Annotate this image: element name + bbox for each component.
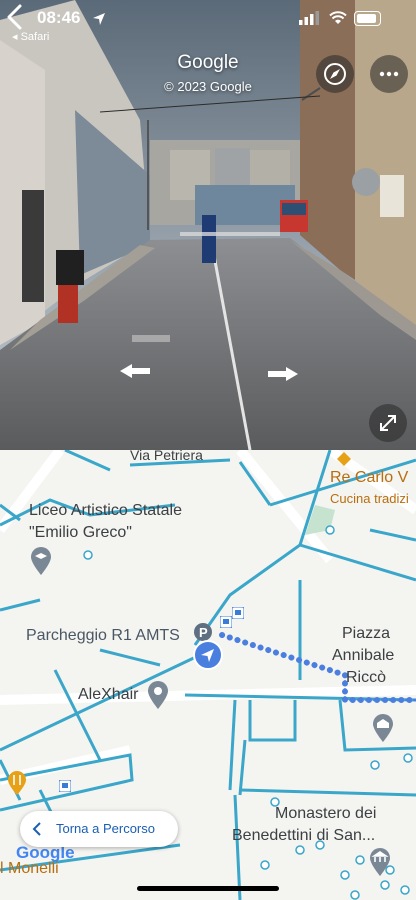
chevron-left-icon[interactable]: [0, 0, 30, 34]
battery-icon: [354, 11, 381, 26]
poi-parcheggio[interactable]: Parcheggio R1 AMTS: [26, 627, 180, 645]
bus-stop-icon[interactable]: [232, 607, 244, 619]
route-marker-icon: [337, 452, 351, 466]
more-dots-icon: [379, 71, 399, 77]
shop-pin-icon[interactable]: [147, 680, 169, 710]
landmark-pin-icon[interactable]: [372, 713, 394, 743]
location-arrow-icon: [93, 13, 105, 25]
poi-liceo-line1[interactable]: Liceo Artistico Statale: [29, 502, 182, 520]
poi-re-carlo-subtitle: Cucina tradizi: [330, 491, 409, 506]
street-label-via-petriera: Via Petriera: [130, 450, 203, 463]
cellular-signal-icon: [299, 11, 319, 25]
home-indicator[interactable]: [137, 886, 279, 891]
bus-stop-icon[interactable]: [220, 616, 232, 628]
poi-piazza-line1[interactable]: Piazza: [342, 625, 390, 643]
back-to-route-label: Torna a Percorso: [56, 821, 155, 836]
location-marker-icon[interactable]: [193, 640, 223, 670]
restaurant-pin-icon[interactable]: [7, 770, 27, 796]
status-bar: 08:46 ◂ Safari: [0, 6, 416, 43]
parking-icon[interactable]: P: [193, 622, 213, 642]
poi-monastero-line2[interactable]: Benedettini di San...: [232, 827, 375, 845]
status-time: 08:46: [37, 8, 81, 27]
expand-icon: [380, 415, 396, 431]
expand-button[interactable]: [369, 404, 407, 442]
chevron-left-icon: [32, 822, 41, 836]
nav-arrow-left[interactable]: [120, 364, 150, 378]
poi-piazza-line2[interactable]: Annibale: [332, 647, 394, 665]
svg-text:P: P: [199, 625, 208, 640]
street-view-panorama[interactable]: 08:46 ◂ Safari Google © 2023 Google: [0, 0, 416, 450]
poi-monastero-line1[interactable]: Monastero dei: [275, 805, 376, 823]
more-options-button[interactable]: [370, 55, 408, 93]
compass-icon: [324, 63, 346, 85]
poi-re-carlo[interactable]: Re Carlo V: [330, 469, 408, 487]
poi-alexhair[interactable]: AleXhair: [78, 686, 138, 704]
compass-button[interactable]: [316, 55, 354, 93]
poi-liceo-line2[interactable]: "Emilio Greco": [29, 524, 132, 542]
poi-piazza-line3[interactable]: Riccò: [346, 669, 386, 687]
school-pin-icon[interactable]: [30, 546, 52, 576]
museum-pin-icon[interactable]: [369, 847, 391, 877]
wifi-icon: [329, 11, 347, 24]
nav-arrow-right[interactable]: [268, 367, 298, 381]
bus-stop-icon[interactable]: [59, 780, 71, 792]
back-to-route-button[interactable]: Torna a Percorso: [20, 811, 178, 847]
